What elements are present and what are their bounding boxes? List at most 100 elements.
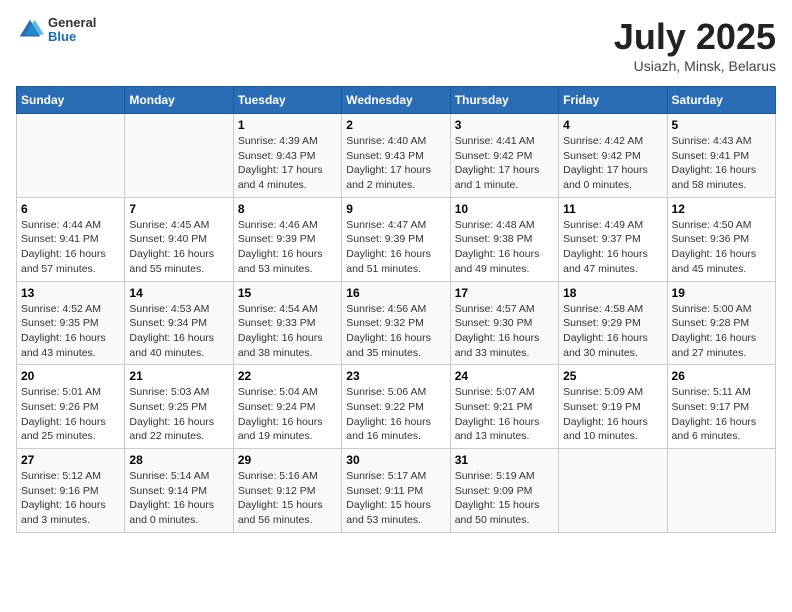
logo-icon — [16, 16, 44, 44]
day-info: Sunrise: 5:19 AM Sunset: 9:09 PM Dayligh… — [455, 469, 554, 528]
day-number: 18 — [563, 286, 662, 300]
day-number: 27 — [21, 453, 120, 467]
day-number: 30 — [346, 453, 445, 467]
calendar-cell — [667, 449, 775, 533]
calendar-cell: 21 Sunrise: 5:03 AM Sunset: 9:25 PM Dayli… — [125, 365, 233, 449]
day-info: Sunrise: 5:14 AM Sunset: 9:14 PM Dayligh… — [129, 469, 228, 528]
day-info: Sunrise: 4:56 AM Sunset: 9:32 PM Dayligh… — [346, 302, 445, 361]
day-info: Sunrise: 4:41 AM Sunset: 9:42 PM Dayligh… — [455, 134, 554, 193]
calendar-cell: 25Sunrise: 5:09 AM Sunset: 9:19 PM Dayli… — [559, 365, 667, 449]
day-info: Sunrise: 5:04 AM Sunset: 9:24 PM Dayligh… — [238, 385, 337, 444]
logo-general: General — [48, 16, 96, 30]
header-thursday: Thursday — [450, 87, 558, 114]
day-info: Sunrise: 4:43 AM Sunset: 9:41 PM Dayligh… — [672, 134, 771, 193]
calendar-cell: 6Sunrise: 4:44 AM Sunset: 9:41 PM Daylig… — [17, 197, 125, 281]
day-number: 2 — [346, 118, 445, 132]
day-info: Sunrise: 5:17 AM Sunset: 9:11 PM Dayligh… — [346, 469, 445, 528]
week-row-3: 13Sunrise: 4:52 AM Sunset: 9:35 PM Dayli… — [17, 281, 776, 365]
week-row-5: 27Sunrise: 5:12 AM Sunset: 9:16 PM Dayli… — [17, 449, 776, 533]
day-info: Sunrise: 4:45 AM Sunset: 9:40 PM Dayligh… — [129, 218, 228, 277]
calendar-cell: 23 Sunrise: 5:06 AM Sunset: 9:22 PM Dayli… — [342, 365, 450, 449]
day-number: 3 — [455, 118, 554, 132]
day-info: Sunrise: 5:16 AM Sunset: 9:12 PM Dayligh… — [238, 469, 337, 528]
day-info: Sunrise: 4:53 AM Sunset: 9:34 PM Dayligh… — [129, 302, 228, 361]
day-info: Sunrise: 4:44 AM Sunset: 9:41 PM Dayligh… — [21, 218, 120, 277]
day-number: 24 — [455, 369, 554, 383]
day-number: 13 — [21, 286, 120, 300]
day-number: 25 — [563, 369, 662, 383]
day-number: 31 — [455, 453, 554, 467]
day-info: Sunrise: 4:40 AM Sunset: 9:43 PM Dayligh… — [346, 134, 445, 193]
day-info: Sunrise: 4:57 AM Sunset: 9:30 PM Dayligh… — [455, 302, 554, 361]
header-sunday: Sunday — [17, 87, 125, 114]
header-row: SundayMondayTuesdayWednesdayThursdayFrid… — [17, 87, 776, 114]
calendar-cell: 14 Sunrise: 4:53 AM Sunset: 9:34 PM Dayli… — [125, 281, 233, 365]
calendar-cell: 7 Sunrise: 4:45 AM Sunset: 9:40 PM Daylig… — [125, 197, 233, 281]
week-row-4: 20Sunrise: 5:01 AM Sunset: 9:26 PM Dayli… — [17, 365, 776, 449]
calendar-cell — [125, 114, 233, 198]
day-number: 12 — [672, 202, 771, 216]
day-info: Sunrise: 5:07 AM Sunset: 9:21 PM Dayligh… — [455, 385, 554, 444]
header-friday: Friday — [559, 87, 667, 114]
logo-text: General Blue — [48, 16, 96, 45]
day-info: Sunrise: 4:54 AM Sunset: 9:33 PM Dayligh… — [238, 302, 337, 361]
day-number: 22 — [238, 369, 337, 383]
calendar-cell: 12 Sunrise: 4:50 AM Sunset: 9:36 PM Dayli… — [667, 197, 775, 281]
day-info: Sunrise: 4:47 AM Sunset: 9:39 PM Dayligh… — [346, 218, 445, 277]
day-number: 10 — [455, 202, 554, 216]
calendar-subtitle: Usiazh, Minsk, Belarus — [614, 58, 776, 74]
calendar-cell: 11Sunrise: 4:49 AM Sunset: 9:37 PM Dayli… — [559, 197, 667, 281]
logo: General Blue — [16, 16, 96, 45]
calendar-cell: 1Sunrise: 4:39 AM Sunset: 9:43 PM Daylig… — [233, 114, 341, 198]
calendar-cell: 13Sunrise: 4:52 AM Sunset: 9:35 PM Dayli… — [17, 281, 125, 365]
calendar-body: 1Sunrise: 4:39 AM Sunset: 9:43 PM Daylig… — [17, 114, 776, 533]
day-info: Sunrise: 4:42 AM Sunset: 9:42 PM Dayligh… — [563, 134, 662, 193]
header-wednesday: Wednesday — [342, 87, 450, 114]
day-number: 7 — [129, 202, 228, 216]
day-number: 8 — [238, 202, 337, 216]
day-info: Sunrise: 4:46 AM Sunset: 9:39 PM Dayligh… — [238, 218, 337, 277]
day-info: Sunrise: 5:06 AM Sunset: 9:22 PM Dayligh… — [346, 385, 445, 444]
calendar-cell — [559, 449, 667, 533]
day-info: Sunrise: 4:49 AM Sunset: 9:37 PM Dayligh… — [563, 218, 662, 277]
calendar-cell: 29 Sunrise: 5:16 AM Sunset: 9:12 PM Dayli… — [233, 449, 341, 533]
day-info: Sunrise: 5:11 AM Sunset: 9:17 PM Dayligh… — [672, 385, 771, 444]
header-saturday: Saturday — [667, 87, 775, 114]
day-number: 9 — [346, 202, 445, 216]
week-row-1: 1Sunrise: 4:39 AM Sunset: 9:43 PM Daylig… — [17, 114, 776, 198]
calendar-title: July 2025 — [614, 16, 776, 58]
day-info: Sunrise: 5:03 AM Sunset: 9:25 PM Dayligh… — [129, 385, 228, 444]
calendar-cell: 27Sunrise: 5:12 AM Sunset: 9:16 PM Dayli… — [17, 449, 125, 533]
day-number: 26 — [672, 369, 771, 383]
day-info: Sunrise: 4:50 AM Sunset: 9:36 PM Dayligh… — [672, 218, 771, 277]
day-info: Sunrise: 4:58 AM Sunset: 9:29 PM Dayligh… — [563, 302, 662, 361]
calendar-cell: 24 Sunrise: 5:07 AM Sunset: 9:21 PM Dayli… — [450, 365, 558, 449]
logo-blue: Blue — [48, 30, 96, 44]
calendar-cell: 9 Sunrise: 4:47 AM Sunset: 9:39 PM Daylig… — [342, 197, 450, 281]
day-number: 4 — [563, 118, 662, 132]
page-header: General Blue July 2025 Usiazh, Minsk, Be… — [16, 16, 776, 74]
day-number: 17 — [455, 286, 554, 300]
header-tuesday: Tuesday — [233, 87, 341, 114]
day-number: 16 — [346, 286, 445, 300]
calendar-cell: 10 Sunrise: 4:48 AM Sunset: 9:38 PM Dayli… — [450, 197, 558, 281]
calendar-cell: 4 Sunrise: 4:42 AM Sunset: 9:42 PM Daylig… — [559, 114, 667, 198]
day-info: Sunrise: 5:00 AM Sunset: 9:28 PM Dayligh… — [672, 302, 771, 361]
calendar-cell: 5Sunrise: 4:43 AM Sunset: 9:41 PM Daylig… — [667, 114, 775, 198]
calendar-cell: 17 Sunrise: 4:57 AM Sunset: 9:30 PM Dayli… — [450, 281, 558, 365]
calendar-cell: 18 Sunrise: 4:58 AM Sunset: 9:29 PM Dayli… — [559, 281, 667, 365]
calendar-cell: 30 Sunrise: 5:17 AM Sunset: 9:11 PM Dayli… — [342, 449, 450, 533]
day-info: Sunrise: 5:01 AM Sunset: 9:26 PM Dayligh… — [21, 385, 120, 444]
calendar-cell: 3 Sunrise: 4:41 AM Sunset: 9:42 PM Daylig… — [450, 114, 558, 198]
day-number: 21 — [129, 369, 228, 383]
title-block: July 2025 Usiazh, Minsk, Belarus — [614, 16, 776, 74]
calendar-cell: 19Sunrise: 5:00 AM Sunset: 9:28 PM Dayli… — [667, 281, 775, 365]
day-number: 14 — [129, 286, 228, 300]
week-row-2: 6Sunrise: 4:44 AM Sunset: 9:41 PM Daylig… — [17, 197, 776, 281]
day-number: 28 — [129, 453, 228, 467]
day-info: Sunrise: 4:48 AM Sunset: 9:38 PM Dayligh… — [455, 218, 554, 277]
day-number: 23 — [346, 369, 445, 383]
header-monday: Monday — [125, 87, 233, 114]
calendar-cell: 31 Sunrise: 5:19 AM Sunset: 9:09 PM Dayli… — [450, 449, 558, 533]
day-number: 29 — [238, 453, 337, 467]
